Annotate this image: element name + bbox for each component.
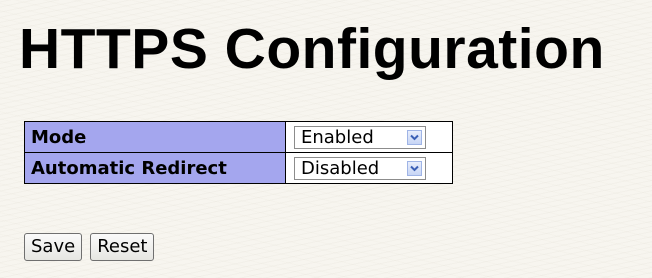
mode-select[interactable]: Enabled [294, 125, 426, 149]
mode-cell: Enabled [286, 122, 452, 153]
https-config-table: Mode Enabled Automatic Redirect Disabled [24, 121, 453, 184]
reset-button[interactable]: Reset [90, 233, 155, 261]
automatic-redirect-label: Automatic Redirect [25, 153, 286, 183]
chevron-down-icon[interactable] [407, 160, 422, 176]
table-row: Automatic Redirect Disabled [25, 153, 452, 183]
save-button[interactable]: Save [24, 233, 83, 261]
chevron-down-icon[interactable] [407, 129, 422, 145]
page-title: HTTPS Configuration [19, 17, 605, 81]
mode-select-value: Enabled [301, 126, 374, 148]
mode-label: Mode [25, 122, 286, 153]
automatic-redirect-cell: Disabled [286, 153, 452, 183]
automatic-redirect-select-value: Disabled [301, 157, 380, 179]
table-row: Mode Enabled [25, 122, 452, 153]
automatic-redirect-select[interactable]: Disabled [294, 156, 426, 180]
button-row: Save Reset [24, 233, 155, 261]
